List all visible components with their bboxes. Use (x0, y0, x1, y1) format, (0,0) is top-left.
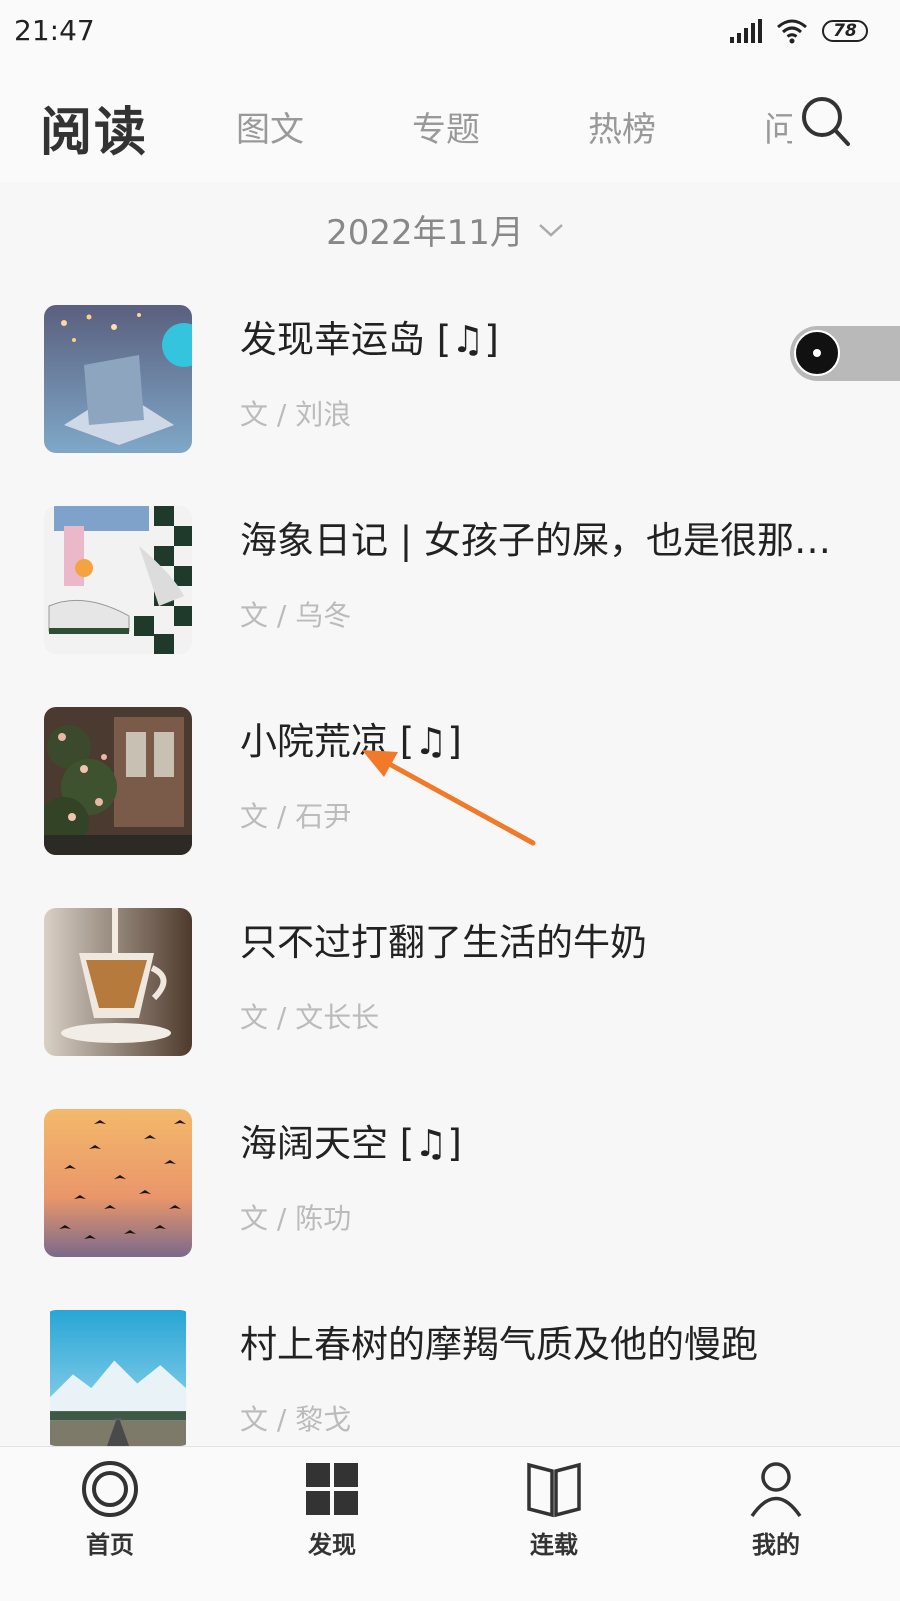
article-author: 文 / 乌冬 (240, 599, 352, 632)
nav-label: 首页 (86, 1531, 134, 1559)
nav-home[interactable]: 首页 (50, 1459, 170, 1560)
page-title: 阅读 (40, 103, 149, 163)
article-author: 文 / 文长长 (240, 1001, 380, 1034)
article-author: 文 / 黎戈 (240, 1403, 352, 1436)
status-icons: 78 (730, 16, 868, 46)
list-item[interactable]: 海象日记 | 女孩子的屎，也是很那… 文 / 乌冬 (44, 506, 854, 656)
tab-rebang[interactable]: 热榜 (588, 102, 656, 151)
article-thumbnail (44, 506, 192, 654)
wifi-icon (777, 19, 807, 44)
status-bar: 21:47 78 (0, 0, 900, 62)
nav-label: 我的 (752, 1531, 800, 1559)
article-thumbnail (44, 707, 192, 855)
list-item[interactable]: 小院荒凉 [♫] 文 / 石尹 (44, 707, 854, 857)
article-thumbnail (50, 1310, 186, 1446)
article-title[interactable]: 只不过打翻了生活的牛奶 (240, 912, 647, 966)
article-thumbnail (44, 1109, 192, 1257)
chevron-down-icon (539, 223, 563, 237)
article-author: 文 / 刘浪 (240, 398, 352, 431)
list-item[interactable]: 发现幸运岛 [♫] 文 / 刘浪 (44, 305, 854, 455)
music-disc-icon[interactable] (794, 330, 840, 376)
nav-label: 连载 (530, 1531, 578, 1559)
book-icon (527, 1462, 581, 1518)
list-item[interactable]: 海阔天空 [♫] 文 / 陈功 (44, 1109, 854, 1259)
article-title[interactable]: 发现幸运岛 [♫] (240, 309, 499, 363)
header: 阅读 图文 专题 热榜 问 (0, 62, 900, 182)
nav-label: 发现 (308, 1531, 356, 1559)
nav-mine[interactable]: 我的 (716, 1459, 836, 1560)
article-title[interactable]: 海象日记 | 女孩子的屎，也是很那… (240, 510, 831, 564)
article-thumbnail (44, 908, 192, 1056)
grid-icon (306, 1463, 358, 1515)
battery-icon: 78 (822, 20, 868, 42)
tab-wen[interactable]: 问 (764, 102, 792, 151)
home-icon (82, 1461, 138, 1517)
article-thumbnail (44, 305, 192, 453)
user-icon (750, 1462, 802, 1517)
month-label: 2022年11月 (326, 213, 524, 253)
article-title[interactable]: 村上春树的摩羯气质及他的慢跑 (240, 1314, 758, 1368)
article-author: 文 / 石尹 (240, 800, 352, 833)
nav-discover[interactable]: 发现 (272, 1459, 392, 1560)
month-selector[interactable]: 2022年11月 (0, 205, 900, 254)
music-player-float[interactable] (790, 326, 900, 381)
search-icon[interactable] (798, 92, 854, 152)
article-author: 文 / 陈功 (240, 1202, 352, 1235)
bottom-nav: 首页 发现 连载 我的 (0, 1446, 900, 1601)
article-title[interactable]: 小院荒凉 [♫] (240, 711, 462, 765)
status-time: 21:47 (14, 14, 95, 47)
nav-serial[interactable]: 连载 (494, 1459, 614, 1560)
article-title[interactable]: 海阔天空 [♫] (240, 1113, 462, 1167)
signal-icon (730, 19, 762, 43)
list-item[interactable]: 村上春树的摩羯气质及他的慢跑 文 / 黎戈 (44, 1310, 854, 1460)
list-item[interactable]: 只不过打翻了生活的牛奶 文 / 文长长 (44, 908, 854, 1058)
tab-tuwen[interactable]: 图文 (236, 102, 304, 151)
tab-zhuanti[interactable]: 专题 (412, 102, 480, 151)
